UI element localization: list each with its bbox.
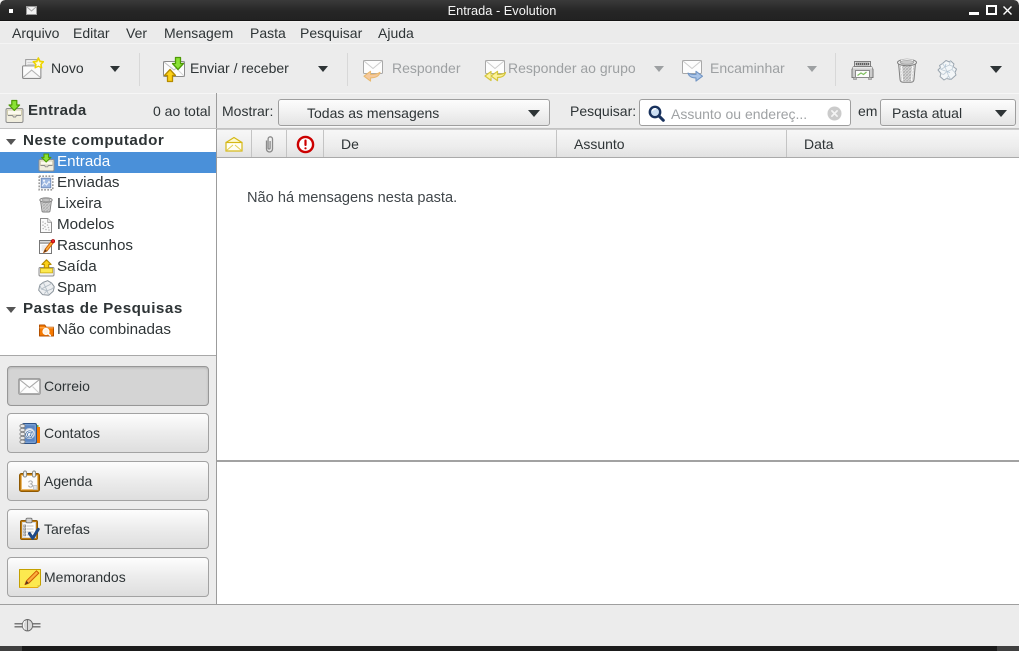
svg-text:3: 3 [28,480,34,491]
svg-text:@: @ [25,429,35,440]
